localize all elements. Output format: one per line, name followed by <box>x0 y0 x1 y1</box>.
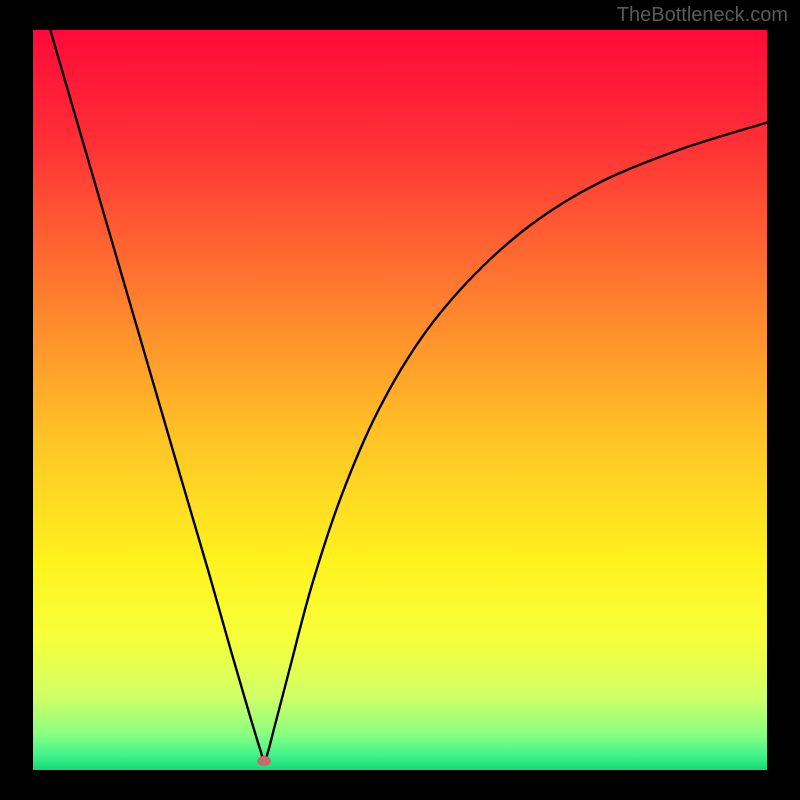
chart-container: TheBottleneck.com <box>0 0 800 800</box>
watermark-text: TheBottleneck.com <box>617 4 788 27</box>
optimum-marker <box>257 756 271 766</box>
bottleneck-curve <box>33 30 767 770</box>
plot-area <box>33 30 767 770</box>
